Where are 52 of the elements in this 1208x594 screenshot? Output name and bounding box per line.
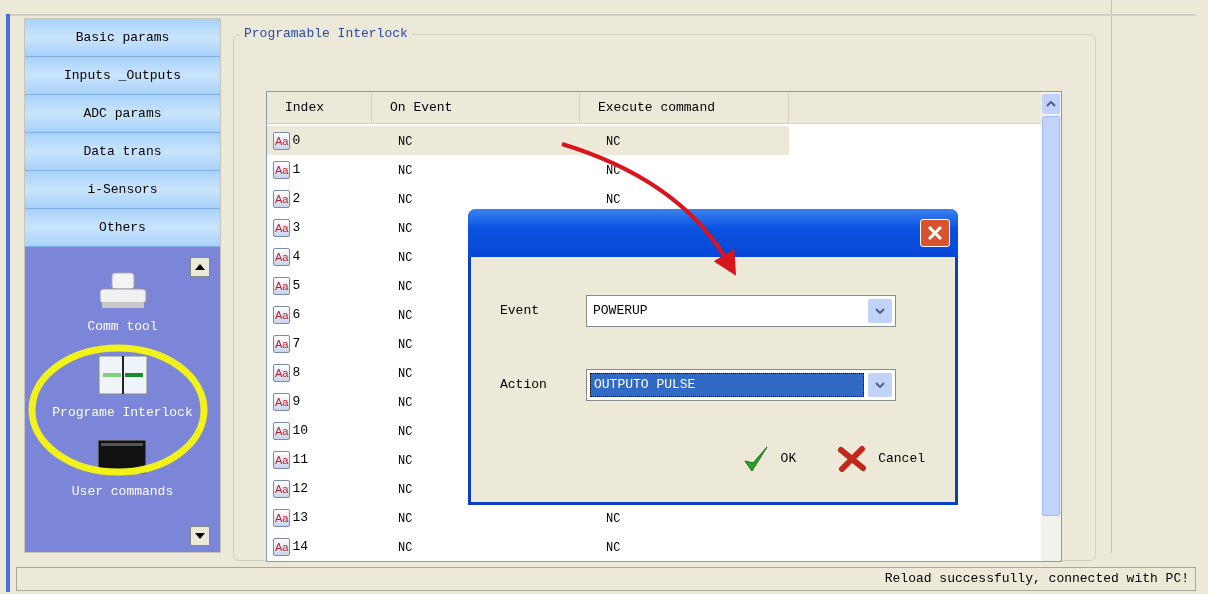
index-cell-text: 8: [292, 363, 301, 382]
row-icon: Aa: [273, 131, 291, 150]
row-icon: Aa: [273, 305, 291, 324]
row-icon: Aa: [273, 537, 291, 556]
table-cell: NC: [398, 453, 413, 468]
row-icon: Aa: [273, 276, 291, 295]
index-cell-text: 3: [292, 218, 301, 237]
table-cell: NC: [398, 540, 413, 555]
field-label: Event: [500, 302, 540, 321]
table-cell: NC: [606, 134, 621, 149]
field-label: Action: [500, 376, 548, 395]
index-cell-text: 0: [292, 131, 301, 150]
row-icon: Aa: [273, 450, 291, 469]
index-cell-text: 10: [292, 421, 309, 440]
table-cell: NC: [398, 308, 413, 323]
index-cell-text: 7: [292, 334, 301, 353]
index-cell-text: 4: [292, 247, 301, 266]
index-cell-text: 6: [292, 305, 301, 324]
index-cell-text: 2: [292, 189, 301, 208]
row-icon: Aa: [273, 218, 291, 237]
index-cell-text: 14: [292, 537, 309, 556]
table-cell: NC: [398, 250, 413, 265]
table-cell: NC: [398, 424, 413, 439]
index-cell-text: 1: [292, 160, 301, 179]
table-cell: NC: [398, 337, 413, 352]
table-cell: NC: [398, 366, 413, 381]
table-cell: NC: [606, 511, 621, 526]
table-cell: NC: [398, 482, 413, 497]
row-icon: Aa: [273, 247, 291, 266]
index-cell-text: 9: [292, 392, 301, 411]
row-icon: Aa: [273, 334, 291, 353]
table-cell: NC: [398, 134, 413, 149]
table-cell: NC: [398, 395, 413, 410]
index-cell-text: 5: [292, 276, 301, 295]
index-cell-text: 11: [292, 450, 309, 469]
row-icon: Aa: [273, 508, 291, 527]
row-icon: Aa: [273, 479, 291, 498]
row-icon: Aa: [273, 189, 291, 208]
row-icon: Aa: [273, 160, 291, 179]
table-cell: NC: [606, 540, 621, 555]
table-cell: NC: [398, 192, 413, 207]
table-cell: NC: [606, 192, 621, 207]
index-cell-text: 12: [292, 479, 309, 498]
row-icon: Aa: [273, 421, 291, 440]
row-icon: Aa: [273, 392, 291, 411]
row-icon: Aa: [273, 363, 291, 382]
index-cell-text: 13: [292, 508, 309, 527]
table-cell: NC: [398, 511, 413, 526]
status-text: Reload successfully, connected with PC!: [884, 570, 1189, 589]
table-cell: NC: [398, 221, 413, 236]
table-cell: NC: [398, 163, 413, 178]
table-cell: NC: [398, 279, 413, 294]
